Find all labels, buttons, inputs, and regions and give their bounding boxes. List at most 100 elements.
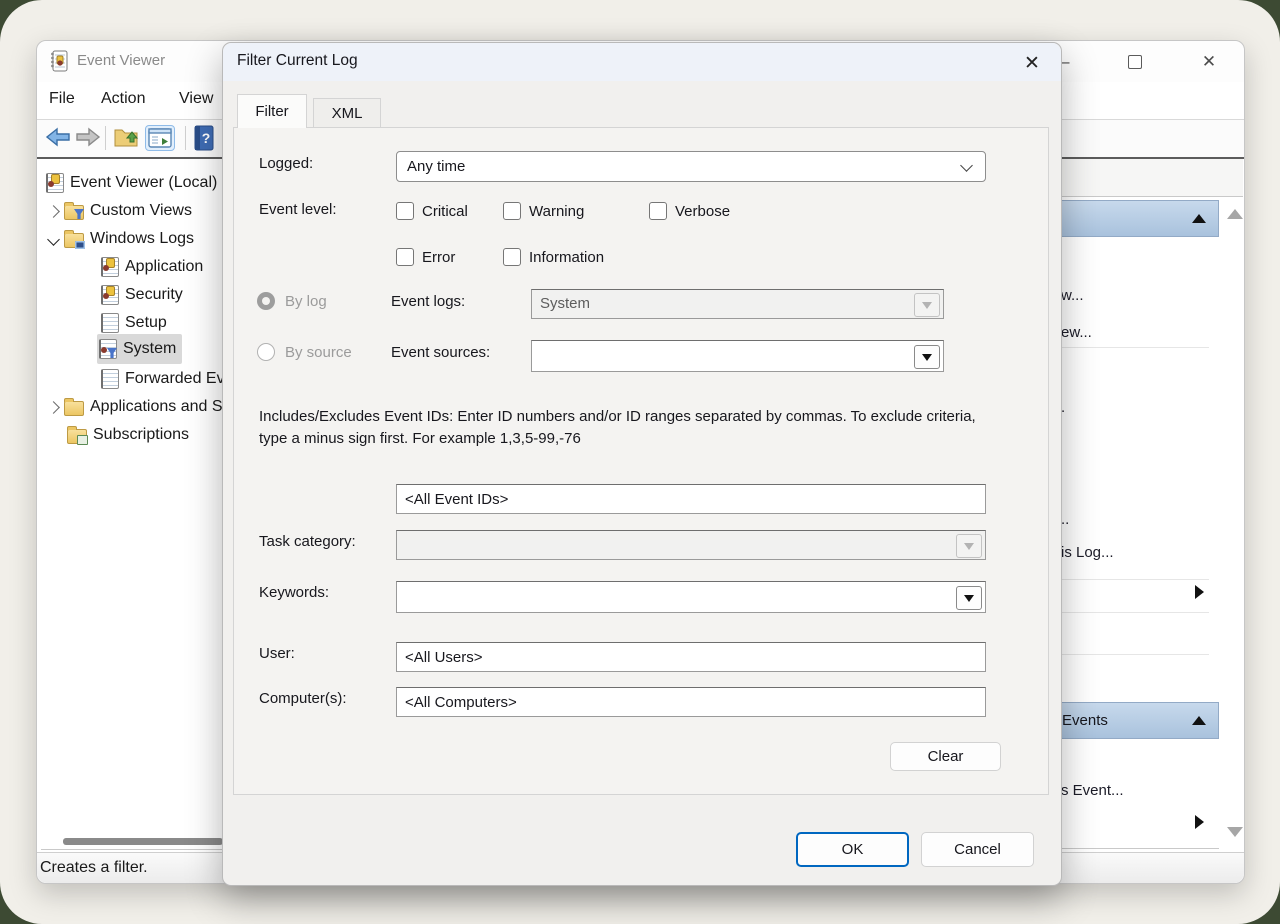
dropdown-arrow-icon [956, 534, 982, 558]
dialog-title: Filter Current Log [237, 52, 358, 70]
tree-item-custom-views[interactable]: Custom Views [49, 198, 192, 224]
checkbox-critical[interactable] [396, 202, 414, 220]
tree-item-root[interactable]: Event Viewer (Local) [46, 170, 217, 196]
back-button-icon[interactable] [45, 125, 71, 149]
horizontal-scrollbar-track[interactable] [41, 849, 223, 850]
menu-file[interactable]: File [49, 90, 75, 108]
collapse-icon[interactable] [1192, 214, 1206, 223]
user-input[interactable] [396, 642, 986, 672]
window-title: Event Viewer [77, 52, 165, 69]
keywords-combobox[interactable] [396, 581, 986, 613]
radio-by-log [257, 292, 275, 310]
checkbox-error[interactable] [396, 248, 414, 266]
actions-section-header[interactable] [1051, 200, 1219, 237]
ok-button[interactable]: OK [796, 832, 909, 867]
task-category-combobox [396, 530, 986, 560]
by-log-label: By log [285, 293, 327, 310]
tree-item-windows-logs[interactable]: Windows Logs [49, 226, 194, 252]
tree-item-system[interactable]: System [97, 336, 182, 362]
error-label: Error [422, 249, 455, 266]
event-ids-help-text: Includes/Excludes Event IDs: Enter ID nu… [259, 406, 1003, 450]
log-icon [101, 285, 119, 305]
tree-item-label: Setup [125, 310, 167, 336]
scroll-down-icon[interactable] [1227, 827, 1243, 837]
action-item[interactable]: s Event... [1061, 782, 1124, 799]
chevron-right-icon[interactable] [47, 401, 60, 414]
checkbox-verbose[interactable] [649, 202, 667, 220]
tree-item-security[interactable]: Security [101, 282, 183, 308]
folder-filter-icon [64, 205, 84, 220]
scroll-up-icon[interactable] [1227, 209, 1243, 219]
menu-action[interactable]: Action [101, 90, 145, 108]
event-logs-label: Event logs: [391, 293, 465, 310]
tree-item-label: Event Viewer (Local) [70, 170, 217, 196]
submenu-arrow-icon[interactable] [1195, 815, 1204, 829]
tree-item-setup[interactable]: Setup [101, 310, 167, 336]
event-viewer-app-icon [49, 50, 69, 77]
keywords-label: Keywords: [259, 584, 329, 601]
dropdown-arrow-icon[interactable] [914, 345, 940, 369]
clear-button[interactable]: Clear [890, 742, 1001, 771]
folder-icon [64, 401, 84, 416]
event-sources-combobox[interactable] [531, 340, 944, 372]
filter-current-log-dialog: Filter Current Log ✕ Filter XML Logged: … [222, 42, 1062, 886]
collapse-icon[interactable] [1192, 716, 1206, 725]
verbose-label: Verbose [675, 203, 730, 220]
tree-item-label: Application [125, 254, 203, 280]
actions-panel: w... ew... . .. is Log... Events s Event… [1051, 159, 1243, 852]
toolbar-separator [105, 126, 106, 150]
dropdown-arrow-icon [914, 293, 940, 317]
chevron-down-icon [960, 159, 973, 172]
action-item[interactable]: ew... [1061, 324, 1092, 341]
action-item[interactable]: is Log... [1061, 544, 1114, 561]
actions-panel-top [1051, 159, 1243, 197]
menu-view[interactable]: View [179, 90, 213, 108]
checkbox-information[interactable] [503, 248, 521, 266]
dialog-close-icon[interactable]: ✕ [1019, 50, 1045, 76]
dialog-titlebar[interactable]: Filter Current Log ✕ [223, 43, 1061, 81]
logged-value: Any time [397, 158, 465, 175]
action-item[interactable]: w... [1061, 287, 1084, 304]
action-item[interactable]: .. [1061, 511, 1069, 528]
event-level-label: Event level: [259, 201, 337, 218]
warning-label: Warning [529, 203, 584, 220]
status-text: Creates a filter. [40, 859, 148, 877]
folder-subscriptions-icon [67, 429, 87, 444]
computers-input[interactable] [396, 687, 986, 717]
tree-item-label: Custom Views [90, 198, 192, 224]
chevron-down-icon[interactable] [47, 233, 60, 246]
separator [1057, 579, 1209, 580]
svg-text:?: ? [202, 130, 211, 146]
event-logs-combobox: System [531, 289, 944, 319]
tree-item-subscriptions[interactable]: Subscriptions [67, 422, 189, 448]
tree-item-label: Security [125, 282, 183, 308]
log-icon [101, 257, 119, 277]
submenu-arrow-icon[interactable] [1195, 585, 1204, 599]
forward-button-icon[interactable] [75, 125, 101, 149]
logged-combobox[interactable]: Any time [396, 151, 986, 182]
horizontal-scrollbar-thumb[interactable] [63, 838, 223, 845]
critical-label: Critical [422, 203, 468, 220]
tab-xml[interactable]: XML [313, 98, 381, 128]
console-window-icon[interactable] [145, 125, 175, 151]
event-ids-input[interactable] [396, 484, 986, 514]
checkbox-warning[interactable] [503, 202, 521, 220]
cancel-button[interactable]: Cancel [921, 832, 1034, 867]
tree-item-application[interactable]: Application [101, 254, 203, 280]
tab-filter[interactable]: Filter [237, 94, 307, 128]
computers-label: Computer(s): [259, 690, 347, 707]
maximize-icon[interactable] [1124, 51, 1146, 73]
close-icon[interactable]: ✕ [1198, 51, 1220, 73]
task-category-label: Task category: [259, 533, 356, 550]
separator [1057, 654, 1209, 655]
event-logs-value: System [532, 290, 943, 317]
dropdown-arrow-icon[interactable] [956, 586, 982, 610]
help-icon[interactable]: ? [193, 125, 215, 151]
logged-label: Logged: [259, 155, 313, 172]
show-console-tree-icon[interactable] [113, 125, 141, 149]
information-label: Information [529, 249, 604, 266]
events-section-header[interactable]: Events [1051, 702, 1219, 739]
selected-item-highlight: System [97, 334, 182, 364]
log-icon [101, 313, 119, 333]
chevron-right-icon[interactable] [47, 205, 60, 218]
